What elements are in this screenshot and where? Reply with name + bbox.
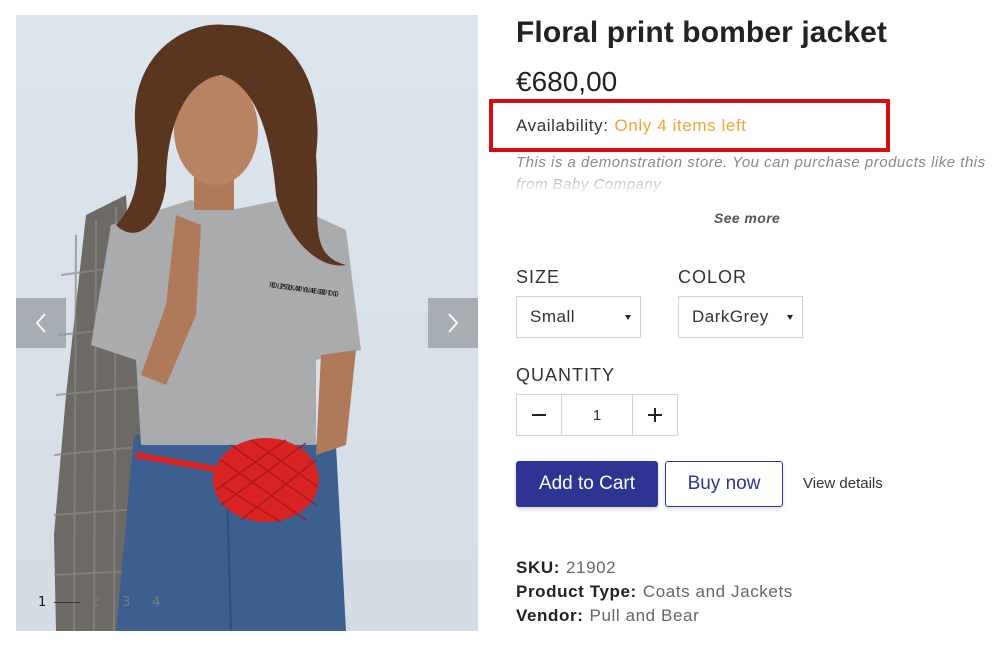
gallery-pager-line bbox=[54, 602, 80, 603]
color-label: COLOR bbox=[678, 267, 748, 287]
gallery-page-3[interactable]: 3 bbox=[122, 595, 152, 610]
quantity-input[interactable]: 1 bbox=[561, 395, 633, 435]
color-select[interactable]: DarkGrey bbox=[678, 296, 803, 338]
product-type-value: Coats and Jackets bbox=[642, 582, 793, 601]
quantity-increase-button[interactable] bbox=[633, 395, 677, 435]
size-label: SIZE bbox=[516, 267, 561, 287]
chevron-left-icon bbox=[35, 313, 46, 333]
gallery-page-4[interactable]: 4 bbox=[152, 595, 182, 610]
gallery-page-2[interactable]: 2 bbox=[92, 595, 122, 610]
availability-label: Availability: bbox=[516, 116, 609, 135]
size-select-value: Small bbox=[530, 307, 576, 326]
quantity-decrease-button[interactable] bbox=[517, 395, 561, 435]
product-type-label: Product Type: bbox=[516, 582, 637, 601]
see-more-link[interactable]: See more bbox=[714, 210, 780, 226]
vendor-row: Vendor: Pull and Bear bbox=[516, 606, 699, 626]
gallery-prev-button[interactable] bbox=[16, 298, 66, 348]
description-fade bbox=[516, 168, 986, 194]
product-price: €680,00 bbox=[516, 66, 618, 97]
caret-down-icon bbox=[625, 315, 631, 320]
sku-label: SKU: bbox=[516, 558, 560, 577]
gallery-page-1[interactable]: 1 bbox=[38, 595, 54, 610]
product-title: Floral print bomber jacket bbox=[516, 16, 888, 49]
sku-row: SKU: 21902 bbox=[516, 558, 616, 578]
gallery-next-button[interactable] bbox=[428, 298, 478, 348]
vendor-value: Pull and Bear bbox=[589, 606, 700, 625]
add-to-cart-button[interactable]: Add to Cart bbox=[516, 461, 658, 507]
availability-value: Only 4 items left bbox=[614, 116, 747, 135]
product-photo: RED LIPSTICK AND YOU ARE GOOD TO GO bbox=[53, 24, 361, 631]
availability: Availability: Only 4 items left bbox=[516, 116, 747, 136]
buy-now-button[interactable]: Buy now bbox=[665, 461, 783, 507]
sku-value: 21902 bbox=[565, 558, 617, 577]
product-type-row: Product Type: Coats and Jackets bbox=[516, 582, 793, 602]
chevron-right-icon bbox=[448, 313, 459, 333]
quantity-label: QUANTITY bbox=[516, 365, 616, 385]
color-select-value: DarkGrey bbox=[692, 307, 769, 326]
product-image-gallery: RED LIPSTICK AND YOU ARE GOOD TO GO 1 2 … bbox=[16, 15, 478, 631]
view-details-link[interactable]: View details bbox=[803, 475, 883, 492]
quantity-stepper: 1 bbox=[516, 394, 678, 436]
vendor-label: Vendor: bbox=[516, 606, 584, 625]
minus-icon bbox=[532, 414, 546, 416]
plus-icon bbox=[648, 408, 662, 422]
caret-down-icon bbox=[787, 315, 793, 320]
gallery-pager: 1 2 3 4 bbox=[38, 595, 182, 610]
size-select[interactable]: Small bbox=[516, 296, 641, 338]
